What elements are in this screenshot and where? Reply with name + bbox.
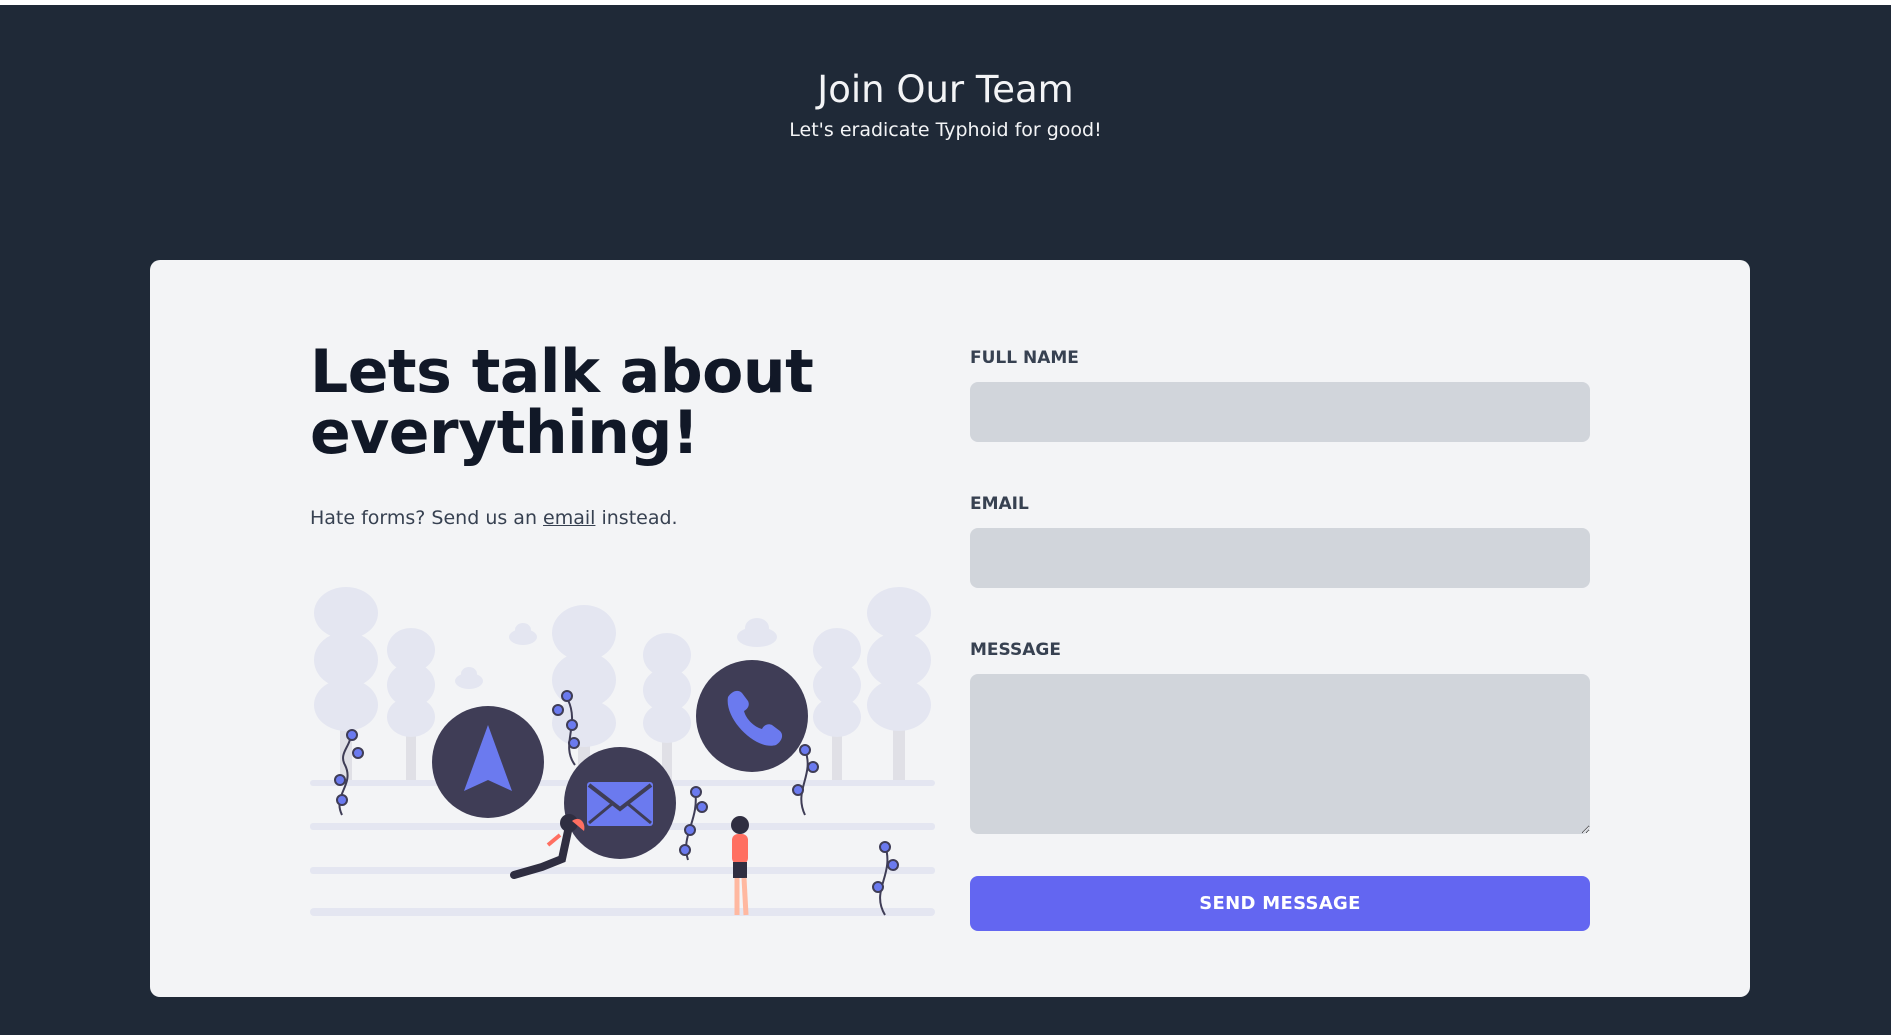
cloud-icon [509,623,537,645]
ground-line [310,908,935,916]
contact-heading-line2: everything! [310,398,699,468]
contact-subtext: Hate forms? Send us an email instead. [310,506,930,530]
tree-icon [387,628,435,780]
envelope-circle [564,747,676,859]
contact-form: Full Name Email Message Send Message [970,348,1590,931]
full-name-input[interactable] [970,382,1590,442]
subtext-after: instead. [595,507,678,529]
tree-icon [813,628,861,780]
message-field: Message [970,640,1590,834]
send-message-button[interactable]: Send Message [970,876,1590,931]
message-label: Message [970,640,1061,660]
contact-intro: Lets talk about everything! Hate forms? … [310,342,930,530]
navigation-circle [432,706,544,818]
phone-circle [696,660,808,772]
tree-icon [867,587,931,780]
subtext-before: Hate forms? Send us an [310,507,544,529]
tree-icon [314,587,378,780]
contact-card: Lets talk about everything! Hate forms? … [150,260,1750,997]
cloud-icon [737,618,777,647]
contact-illustration [310,587,935,916]
full-name-label: Full Name [970,348,1079,368]
message-textarea[interactable] [970,674,1590,834]
email-field: Email [970,494,1590,588]
email-input[interactable] [970,528,1590,588]
full-name-field: Full Name [970,348,1590,442]
page-subtitle: Let's eradicate Typhoid for good! [789,119,1102,141]
page-title: Join Our Team [817,68,1074,111]
person-figure [731,816,749,916]
email-label: Email [970,494,1029,514]
ground-line [310,867,935,874]
cloud-icon [455,667,483,689]
page-header: Join Our Team Let's eradicate Typhoid fo… [0,68,1891,142]
plant-icon [872,841,899,916]
top-border [0,0,1891,5]
contact-heading: Lets talk about everything! [310,342,930,464]
email-link[interactable]: email [543,507,595,529]
contact-heading-line1: Lets talk about [310,337,814,407]
